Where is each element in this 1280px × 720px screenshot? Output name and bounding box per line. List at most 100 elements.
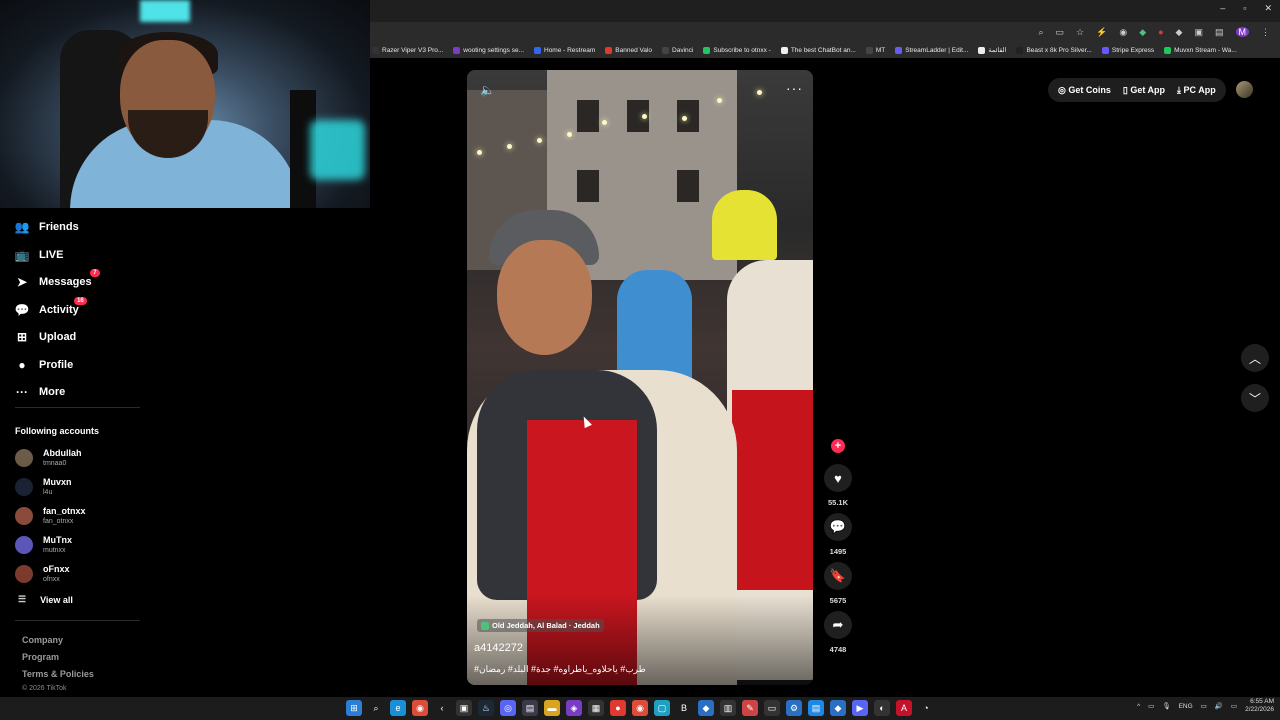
bookmark-item[interactable]: Davinci (662, 46, 693, 54)
extension2-icon[interactable]: ◉ (1119, 27, 1127, 38)
sidebar-item-label: More (39, 386, 66, 398)
app11-icon[interactable]: ▭ (764, 700, 780, 716)
extension4-icon[interactable]: ◆ (1176, 27, 1183, 38)
steam-icon[interactable]: ♨ (478, 700, 494, 716)
minimize-button[interactable]: – (1220, 3, 1225, 14)
shield-icon[interactable]: ◆ (1139, 27, 1146, 38)
discord-icon[interactable]: ◎ (500, 700, 516, 716)
settings-icon[interactable]: ⚙ (786, 700, 802, 716)
app6-icon[interactable]: ▢ (654, 700, 670, 716)
app16-icon[interactable]: A (896, 700, 912, 716)
like-button[interactable]: ♥ (824, 464, 852, 492)
close-button[interactable]: ✕ (1264, 3, 1272, 14)
clock[interactable]: 6:55 AM 2/22/2026 (1245, 698, 1274, 714)
browser-menu-icon[interactable]: ⋮ (1261, 27, 1270, 38)
windows-start-icon[interactable]: ⊞ (346, 700, 362, 716)
language-indicator[interactable]: ENG (1179, 703, 1193, 710)
edge-icon[interactable]: e (390, 700, 406, 716)
view-all-link[interactable]: ☰ View all (18, 594, 73, 605)
app-icon[interactable]: ▤ (522, 700, 538, 716)
following-account[interactable]: MuTnx mutnxx (15, 535, 72, 555)
sidebar-item-more[interactable]: ··· More (15, 385, 65, 399)
tray-app-icon[interactable]: ▭ (1148, 702, 1154, 710)
app13-icon[interactable]: ◆ (830, 700, 846, 716)
app3-icon[interactable]: ▦ (588, 700, 604, 716)
cast-icon[interactable]: ▭ (1056, 27, 1065, 38)
chrome-icon[interactable]: ◉ (412, 700, 428, 716)
network-icon[interactable]: ▭ (1201, 702, 1207, 710)
bookmark-item[interactable]: Banned Valo (605, 46, 652, 54)
next-video-button[interactable]: ﹀ (1241, 384, 1269, 412)
comment-icon: 💬 (829, 519, 847, 534)
account-name: Abdullah (43, 448, 82, 458)
footer-company-link[interactable]: Company (22, 635, 63, 645)
bookmark-item[interactable]: StreamLadder | Edit... (895, 46, 968, 54)
bookmark-item[interactable]: Muvxn Stream - Wa... (1164, 46, 1237, 54)
app5-icon[interactable]: ◉ (632, 700, 648, 716)
activity-icon: 💬 (14, 302, 30, 317)
pc-app-button[interactable]: ⤓ PC App (1177, 85, 1216, 96)
get-app-button[interactable]: ▯ Get App (1123, 85, 1165, 96)
maximize-button[interactable]: ▫ (1243, 3, 1246, 14)
previous-video-button[interactable]: ︿ (1241, 344, 1269, 372)
comment-button[interactable]: 💬 (824, 513, 852, 541)
get-coins-button[interactable]: ◎ Get Coins (1058, 85, 1111, 96)
app7-icon[interactable]: B (676, 700, 692, 716)
footer-program-link[interactable]: Program (22, 652, 59, 662)
speaker-icon[interactable]: 🔊 (1215, 702, 1223, 710)
bookmark-item[interactable]: MT (865, 46, 885, 54)
app2-icon[interactable]: ◈ (566, 700, 582, 716)
video-username[interactable]: a4142272 (474, 642, 523, 654)
bookmark-item[interactable]: Home - Restream (534, 46, 595, 54)
extension-icon[interactable]: ⚡ (1096, 27, 1107, 38)
profile-avatar[interactable] (1236, 81, 1253, 98)
save-button[interactable]: 🔖 (824, 562, 852, 590)
bookmark-item[interactable]: Stripe Express (1101, 46, 1154, 54)
follow-plus-button[interactable]: + (831, 439, 845, 453)
app10-icon[interactable]: ✎ (742, 700, 758, 716)
more-options-icon[interactable]: ··· (786, 80, 803, 96)
video-player[interactable] (467, 70, 813, 685)
share-button[interactable]: ➦ (824, 611, 852, 639)
downloads-icon[interactable]: ▤ (1215, 27, 1224, 38)
app9-icon[interactable]: ▥ (720, 700, 736, 716)
app12-icon[interactable]: ▤ (808, 700, 824, 716)
terminal-icon[interactable]: ▣ (456, 700, 472, 716)
sidebar-item-messages[interactable]: ➤ 7 Messages (15, 269, 100, 289)
bookmark-item[interactable]: The best ChatBot an... (780, 46, 856, 54)
following-account[interactable]: fan_otnxx fan_otnxx (15, 506, 86, 526)
sidebar-item-upload[interactable]: ⊞ Upload (15, 330, 76, 344)
app17-icon[interactable]: ◔ (918, 700, 934, 716)
sidebar-item-profile[interactable]: ● Profile (15, 358, 73, 372)
tray-overflow-icon[interactable]: ^ (1137, 703, 1140, 710)
explorer-icon[interactable]: ▬ (544, 700, 560, 716)
bookmark-item[interactable]: Razer Viper V3 Pro... (372, 46, 443, 54)
following-account[interactable]: oFnxx ofnxx (15, 564, 70, 584)
sidebar-item-live[interactable]: 📺 LIVE (15, 248, 64, 262)
extension3-icon[interactable]: ● (1158, 27, 1163, 37)
bookmark-item[interactable]: wooting settings se... (453, 46, 524, 54)
app8-icon[interactable]: ◆ (698, 700, 714, 716)
search-icon[interactable]: ⌕ (368, 700, 384, 716)
profile-m-icon[interactable]: M (1235, 27, 1249, 37)
bookmark-item[interactable]: Beast x 8k Pro Silver... (1016, 46, 1092, 54)
bookmark-item[interactable]: القائمة (978, 46, 1006, 54)
bookmark-star-icon[interactable]: ☆ (1076, 27, 1084, 38)
back-app-icon[interactable]: ‹ (434, 700, 450, 716)
footer-terms-link[interactable]: Terms & Policies (22, 669, 94, 679)
battery-icon[interactable]: ▭ (1231, 702, 1237, 710)
phone-icon: ▯ (1122, 84, 1128, 95)
sidebar-item-friends[interactable]: 👥 Friends (15, 220, 79, 234)
bookmark-item[interactable]: Subscribe to otnxx - (703, 46, 771, 54)
following-account[interactable]: Muvxn l4u (15, 477, 72, 497)
extensions-puzzle-icon[interactable]: ▣ (1194, 27, 1203, 38)
app4-icon[interactable]: ● (610, 700, 626, 716)
zoom-icon[interactable]: ⌕ (1038, 27, 1043, 38)
app15-icon[interactable]: ◐ (874, 700, 890, 716)
app14-icon[interactable]: ▶ (852, 700, 868, 716)
sidebar-item-activity[interactable]: 💬 16 Activity (14, 296, 87, 317)
microphone-icon[interactable]: 🎙 (1162, 702, 1170, 710)
following-account[interactable]: Abdullah tmnaa0 (15, 448, 82, 468)
location-tag[interactable]: Old Jeddah, Al Balad · Jeddah (477, 619, 604, 632)
volume-icon[interactable]: 🔈 (480, 83, 495, 97)
